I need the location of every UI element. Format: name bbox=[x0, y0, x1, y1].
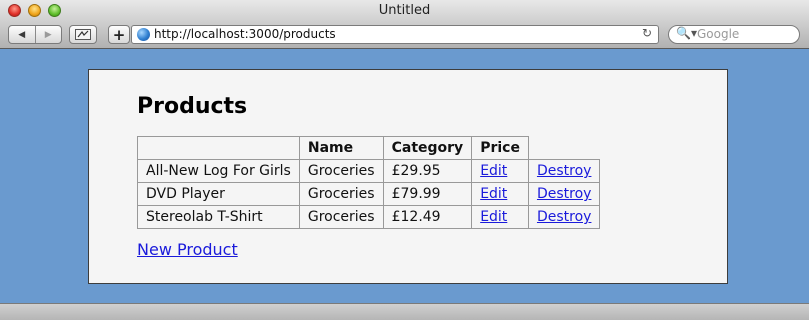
price-cell: £29.95 bbox=[382, 159, 473, 183]
page-content: Products Name Category Price All-New Log… bbox=[88, 69, 728, 284]
back-arrow-icon: ◀ bbox=[18, 29, 26, 40]
column-header-spacer bbox=[528, 137, 599, 160]
status-bar bbox=[0, 303, 809, 320]
forward-arrow-icon: ▶ bbox=[44, 29, 52, 40]
edit-cell: Edit bbox=[471, 182, 529, 206]
price-cell: £12.49 bbox=[382, 205, 473, 229]
browser-toolbar: ◀ ▶ + http://localhost:3000/products ↻ 🔍… bbox=[0, 22, 809, 49]
forward-button[interactable]: ▶ bbox=[36, 26, 62, 43]
destroy-link[interactable]: Destroy bbox=[537, 209, 591, 225]
price-cell: £79.99 bbox=[382, 182, 473, 206]
products-table: Name Category Price All-New Log For Girl… bbox=[137, 136, 601, 229]
snapback-icon bbox=[75, 29, 91, 40]
table-header-row: Name Category Price bbox=[137, 136, 600, 160]
table-row: Stereolab T-Shirt Groceries £12.49 Edit … bbox=[137, 205, 601, 229]
product-name-cell: DVD Player bbox=[137, 182, 300, 206]
search-placeholder: Google bbox=[697, 27, 740, 41]
destroy-cell: Destroy bbox=[527, 205, 601, 229]
category-cell: Groceries bbox=[298, 205, 384, 229]
destroy-cell: Destroy bbox=[527, 159, 601, 183]
edit-link[interactable]: Edit bbox=[480, 163, 507, 179]
column-header-name: Name bbox=[298, 136, 384, 160]
url-text[interactable]: http://localhost:3000/products bbox=[154, 27, 336, 41]
nav-buttons: ◀ ▶ bbox=[8, 25, 62, 44]
destroy-link[interactable]: Destroy bbox=[537, 163, 591, 179]
snapback-button[interactable] bbox=[69, 25, 97, 44]
plus-icon: + bbox=[112, 25, 126, 44]
search-icon: 🔍▾ bbox=[676, 26, 697, 40]
new-product-link[interactable]: New Product bbox=[137, 240, 238, 259]
destroy-cell: Destroy bbox=[527, 182, 601, 206]
title-bar: Untitled bbox=[0, 0, 809, 22]
back-button[interactable]: ◀ bbox=[9, 26, 36, 43]
edit-cell: Edit bbox=[471, 205, 529, 229]
edit-cell: Edit bbox=[471, 159, 529, 183]
destroy-link[interactable]: Destroy bbox=[537, 186, 591, 202]
search-field[interactable]: 🔍▾ Google bbox=[668, 25, 800, 44]
address-bar[interactable]: http://localhost:3000/products ↻ bbox=[131, 25, 659, 44]
page-title: Products bbox=[137, 94, 248, 119]
edit-link[interactable]: Edit bbox=[480, 186, 507, 202]
table-row: DVD Player Groceries £79.99 Edit Destroy bbox=[137, 182, 601, 206]
column-header-blank bbox=[137, 136, 300, 160]
product-name-cell: All-New Log For Girls bbox=[137, 159, 300, 183]
window-title: Untitled bbox=[378, 3, 431, 18]
category-cell: Groceries bbox=[298, 159, 384, 183]
product-name-cell: Stereolab T-Shirt bbox=[137, 205, 300, 229]
globe-icon bbox=[137, 28, 150, 41]
reload-icon[interactable]: ↻ bbox=[642, 26, 652, 40]
column-header-category: Category bbox=[382, 136, 473, 160]
add-bookmark-button[interactable]: + bbox=[108, 25, 130, 44]
column-header-price: Price bbox=[471, 136, 529, 160]
table-row: All-New Log For Girls Groceries £29.95 E… bbox=[137, 159, 601, 183]
edit-link[interactable]: Edit bbox=[480, 209, 507, 225]
category-cell: Groceries bbox=[298, 182, 384, 206]
